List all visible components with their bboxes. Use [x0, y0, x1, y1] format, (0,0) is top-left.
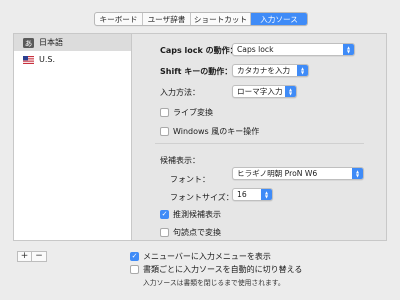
source-item-label: 日本語 — [39, 38, 63, 47]
list-edit-buttons: + − — [17, 251, 47, 262]
checkmark-icon: ✓ — [160, 210, 169, 219]
auto-switch-note: 入力ソースは書類を閉じるまで使用されます。 — [143, 279, 285, 287]
shift-key-label: Shift キーの動作： — [160, 67, 233, 76]
tab-bar: キーボード ユーザ辞書 ショートカット 入力ソース — [94, 12, 308, 26]
punctuation-convert-label: 句読点で変換 — [173, 228, 221, 237]
tab-shortcuts[interactable]: ショートカット — [191, 13, 251, 25]
shift-key-popup[interactable]: カタカナを入力 ▲ ▼ — [232, 64, 309, 77]
tab-user-dictionary[interactable]: ユーザ辞書 — [143, 13, 191, 25]
svg-text:あ: あ — [25, 39, 33, 48]
font-size-popup[interactable]: 16 ▲ ▼ — [232, 188, 273, 201]
popup-arrows-icon: ▲ ▼ — [352, 168, 363, 179]
settings-area: Caps lock の動作： Caps lock ▲ ▼ Shift キーの動作：… — [133, 34, 386, 240]
input-method-value: ローマ字入力 — [237, 87, 283, 96]
caps-lock-label: Caps lock の動作： — [160, 46, 238, 55]
live-conversion-label: ライブ変換 — [173, 108, 213, 117]
candidates-heading: 候補表示： — [160, 156, 200, 165]
input-method-label: 入力方法： — [160, 88, 200, 97]
auto-switch-source-label: 書類ごとに入力ソースを自動的に切り替える — [143, 265, 303, 274]
windows-keys-label: Windows 風のキー操作 — [173, 127, 260, 136]
show-input-menu-checkbox[interactable]: ✓ メニューバーに入力メニューを表示 — [130, 251, 271, 262]
section-divider — [155, 143, 364, 144]
auto-switch-source-checkbox[interactable]: 書類ごとに入力ソースを自動的に切り替える — [130, 264, 302, 275]
predictive-candidates-label: 推測候補表示 — [173, 210, 221, 219]
input-source-list: あ 日本語 U.S. — [14, 34, 132, 240]
font-size-value: 16 — [237, 190, 247, 199]
font-label: フォント： — [170, 175, 210, 184]
input-sources-panel: あ 日本語 U.S. Caps lock の動作： Caps lock ▲ ▼ S… — [13, 33, 387, 241]
windows-keys-checkbox[interactable]: Windows 風のキー操作 — [160, 126, 259, 137]
popup-arrows-icon: ▲ ▼ — [297, 65, 308, 76]
add-source-button[interactable]: + — [18, 252, 32, 261]
popup-arrows-icon: ▲ ▼ — [343, 44, 354, 55]
font-size-label: フォントサイズ： — [170, 193, 234, 202]
input-method-popup[interactable]: ローマ字入力 ▲ ▼ — [232, 85, 297, 98]
source-item-us[interactable]: U.S. — [14, 51, 131, 68]
show-input-menu-label: メニューバーに入力メニューを表示 — [143, 252, 271, 261]
checkbox-unchecked-icon — [130, 265, 139, 274]
punctuation-convert-checkbox[interactable]: 句読点で変換 — [160, 227, 221, 238]
popup-arrows-icon: ▲ ▼ — [285, 86, 296, 97]
font-value: ヒラギノ明朝 ProN W6 — [237, 169, 318, 178]
tab-keyboard[interactable]: キーボード — [95, 13, 143, 25]
us-flag-icon — [23, 55, 34, 64]
checkbox-unchecked-icon — [160, 127, 169, 136]
popup-arrows-icon: ▲ ▼ — [261, 189, 272, 200]
predictive-candidates-checkbox[interactable]: ✓ 推測候補表示 — [160, 209, 221, 220]
checkbox-unchecked-icon — [160, 108, 169, 117]
checkmark-icon: ✓ — [130, 252, 139, 261]
source-item-label: U.S. — [39, 55, 56, 64]
remove-source-button[interactable]: − — [32, 252, 46, 261]
font-popup[interactable]: ヒラギノ明朝 ProN W6 ▲ ▼ — [232, 167, 364, 180]
caps-lock-value: Caps lock — [237, 45, 274, 54]
caps-lock-popup[interactable]: Caps lock ▲ ▼ — [232, 43, 355, 56]
shift-key-value: カタカナを入力 — [237, 66, 291, 75]
checkbox-unchecked-icon — [160, 228, 169, 237]
japanese-input-icon: あ — [23, 37, 34, 48]
tab-input-sources[interactable]: 入力ソース — [251, 13, 307, 25]
live-conversion-checkbox[interactable]: ライブ変換 — [160, 107, 213, 118]
source-item-japanese[interactable]: あ 日本語 — [14, 34, 131, 51]
